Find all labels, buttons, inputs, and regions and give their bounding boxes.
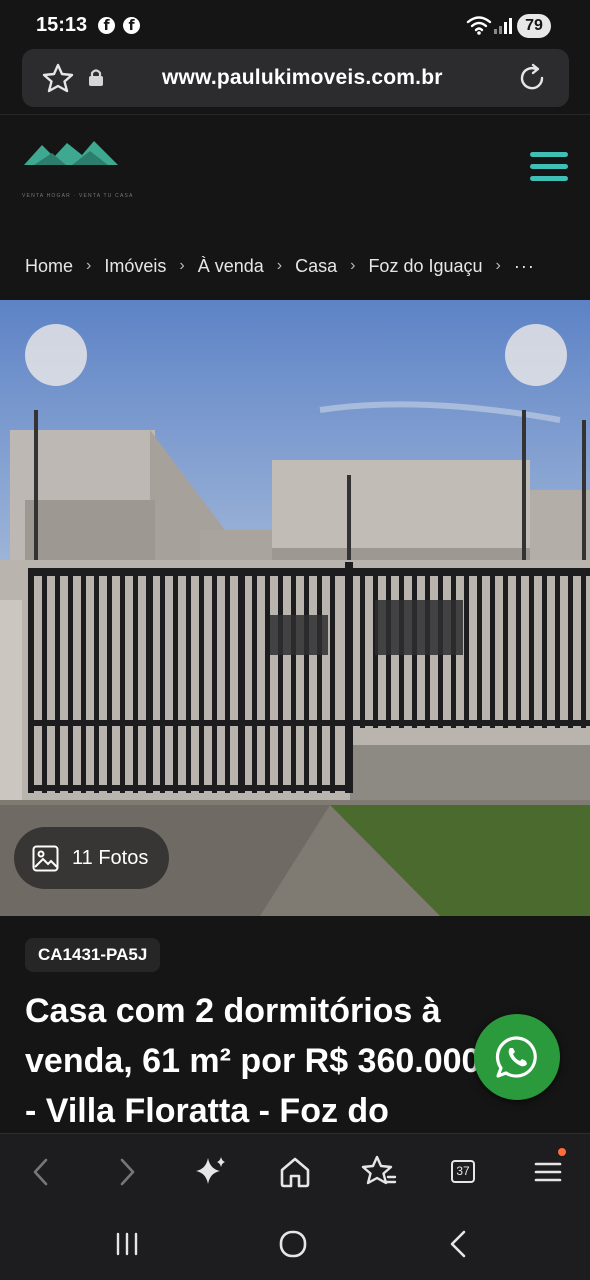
- browser-toolbar: 37: [0, 1133, 590, 1208]
- reload-icon[interactable]: [516, 62, 548, 94]
- back-arrow-icon[interactable]: [22, 1152, 62, 1192]
- previous-photo-button[interactable]: [25, 324, 87, 386]
- bookmark-star-icon[interactable]: [42, 63, 74, 93]
- status-bar: 15:13 f f 79: [0, 0, 590, 50]
- breadcrumb-city[interactable]: Foz do Iguaçu: [368, 256, 482, 277]
- breadcrumb-a-venda[interactable]: À venda: [198, 256, 264, 277]
- menu-button[interactable]: [528, 1148, 568, 1192]
- whatsapp-icon: [495, 1036, 537, 1078]
- bookmarks-icon[interactable]: [359, 1152, 399, 1192]
- listing-title: Casa com 2 dormitórios à venda, 61 m² po…: [25, 986, 495, 1136]
- signal-icon: [494, 18, 512, 34]
- share-button[interactable]: [505, 324, 567, 386]
- tabs-button[interactable]: 37: [443, 1152, 483, 1192]
- hamburger-menu-icon[interactable]: [530, 152, 568, 186]
- site-header: VENTA HOGAR · VENTA TU CASA: [0, 114, 590, 234]
- facebook-icon: f: [98, 17, 115, 34]
- home-circle-icon[interactable]: [273, 1226, 313, 1262]
- property-reference-badge: CA1431-PA5J: [25, 938, 161, 972]
- breadcrumb-separator: ›: [495, 257, 501, 274]
- notification-dot: [558, 1148, 566, 1156]
- breadcrumb-home[interactable]: Home: [25, 256, 73, 277]
- home-icon[interactable]: [275, 1152, 315, 1192]
- property-photo[interactable]: 11 Fotos: [0, 300, 590, 916]
- system-navigation-bar: [0, 1208, 590, 1280]
- system-back-icon[interactable]: [438, 1226, 478, 1262]
- lock-icon: [89, 69, 103, 86]
- facebook-icon: f: [123, 17, 140, 34]
- menu-icon: [534, 1162, 562, 1182]
- view-photos-button[interactable]: 11 Fotos: [14, 827, 169, 889]
- breadcrumb-separator: ›: [179, 257, 185, 274]
- site-logo[interactable]: [22, 135, 122, 191]
- breadcrumb-more[interactable]: ···: [514, 256, 535, 277]
- url-text[interactable]: www.paulukimoveis.com.br: [162, 66, 443, 90]
- listing-title-line: venda, 61 m² por R$ 360.000: [25, 1042, 481, 1080]
- photo-count-label: 11 Fotos: [72, 846, 149, 869]
- breadcrumb-casa[interactable]: Casa: [295, 256, 337, 277]
- whatsapp-button[interactable]: [474, 1014, 560, 1100]
- breadcrumb-separator: ›: [350, 257, 356, 274]
- listing-title-line: - Villa Floratta - Foz do: [25, 1092, 389, 1130]
- house-photo-image: [0, 300, 590, 916]
- forward-arrow-icon[interactable]: [106, 1152, 146, 1192]
- image-icon: [32, 845, 59, 871]
- browser-address-bar[interactable]: www.paulukimoveis.com.br: [22, 49, 569, 107]
- battery-indicator: 79: [517, 14, 551, 38]
- breadcrumb-imoveis[interactable]: Imóveis: [104, 256, 166, 277]
- sparkle-icon[interactable]: [190, 1152, 230, 1192]
- logo-tagline: VENTA HOGAR · VENTA TU CASA: [22, 193, 134, 199]
- recent-apps-icon[interactable]: [107, 1226, 147, 1262]
- tabs-count-icon: 37: [451, 1160, 475, 1183]
- status-time: 15:13: [36, 14, 88, 36]
- wifi-icon: [466, 16, 492, 35]
- listing-title-line: Casa com 2 dormitórios à: [25, 992, 441, 1030]
- breadcrumb: Home › Imóveis › À venda › Casa › Foz do…: [25, 253, 535, 279]
- breadcrumb-separator: ›: [276, 257, 283, 274]
- breadcrumb-separator: ›: [86, 257, 92, 274]
